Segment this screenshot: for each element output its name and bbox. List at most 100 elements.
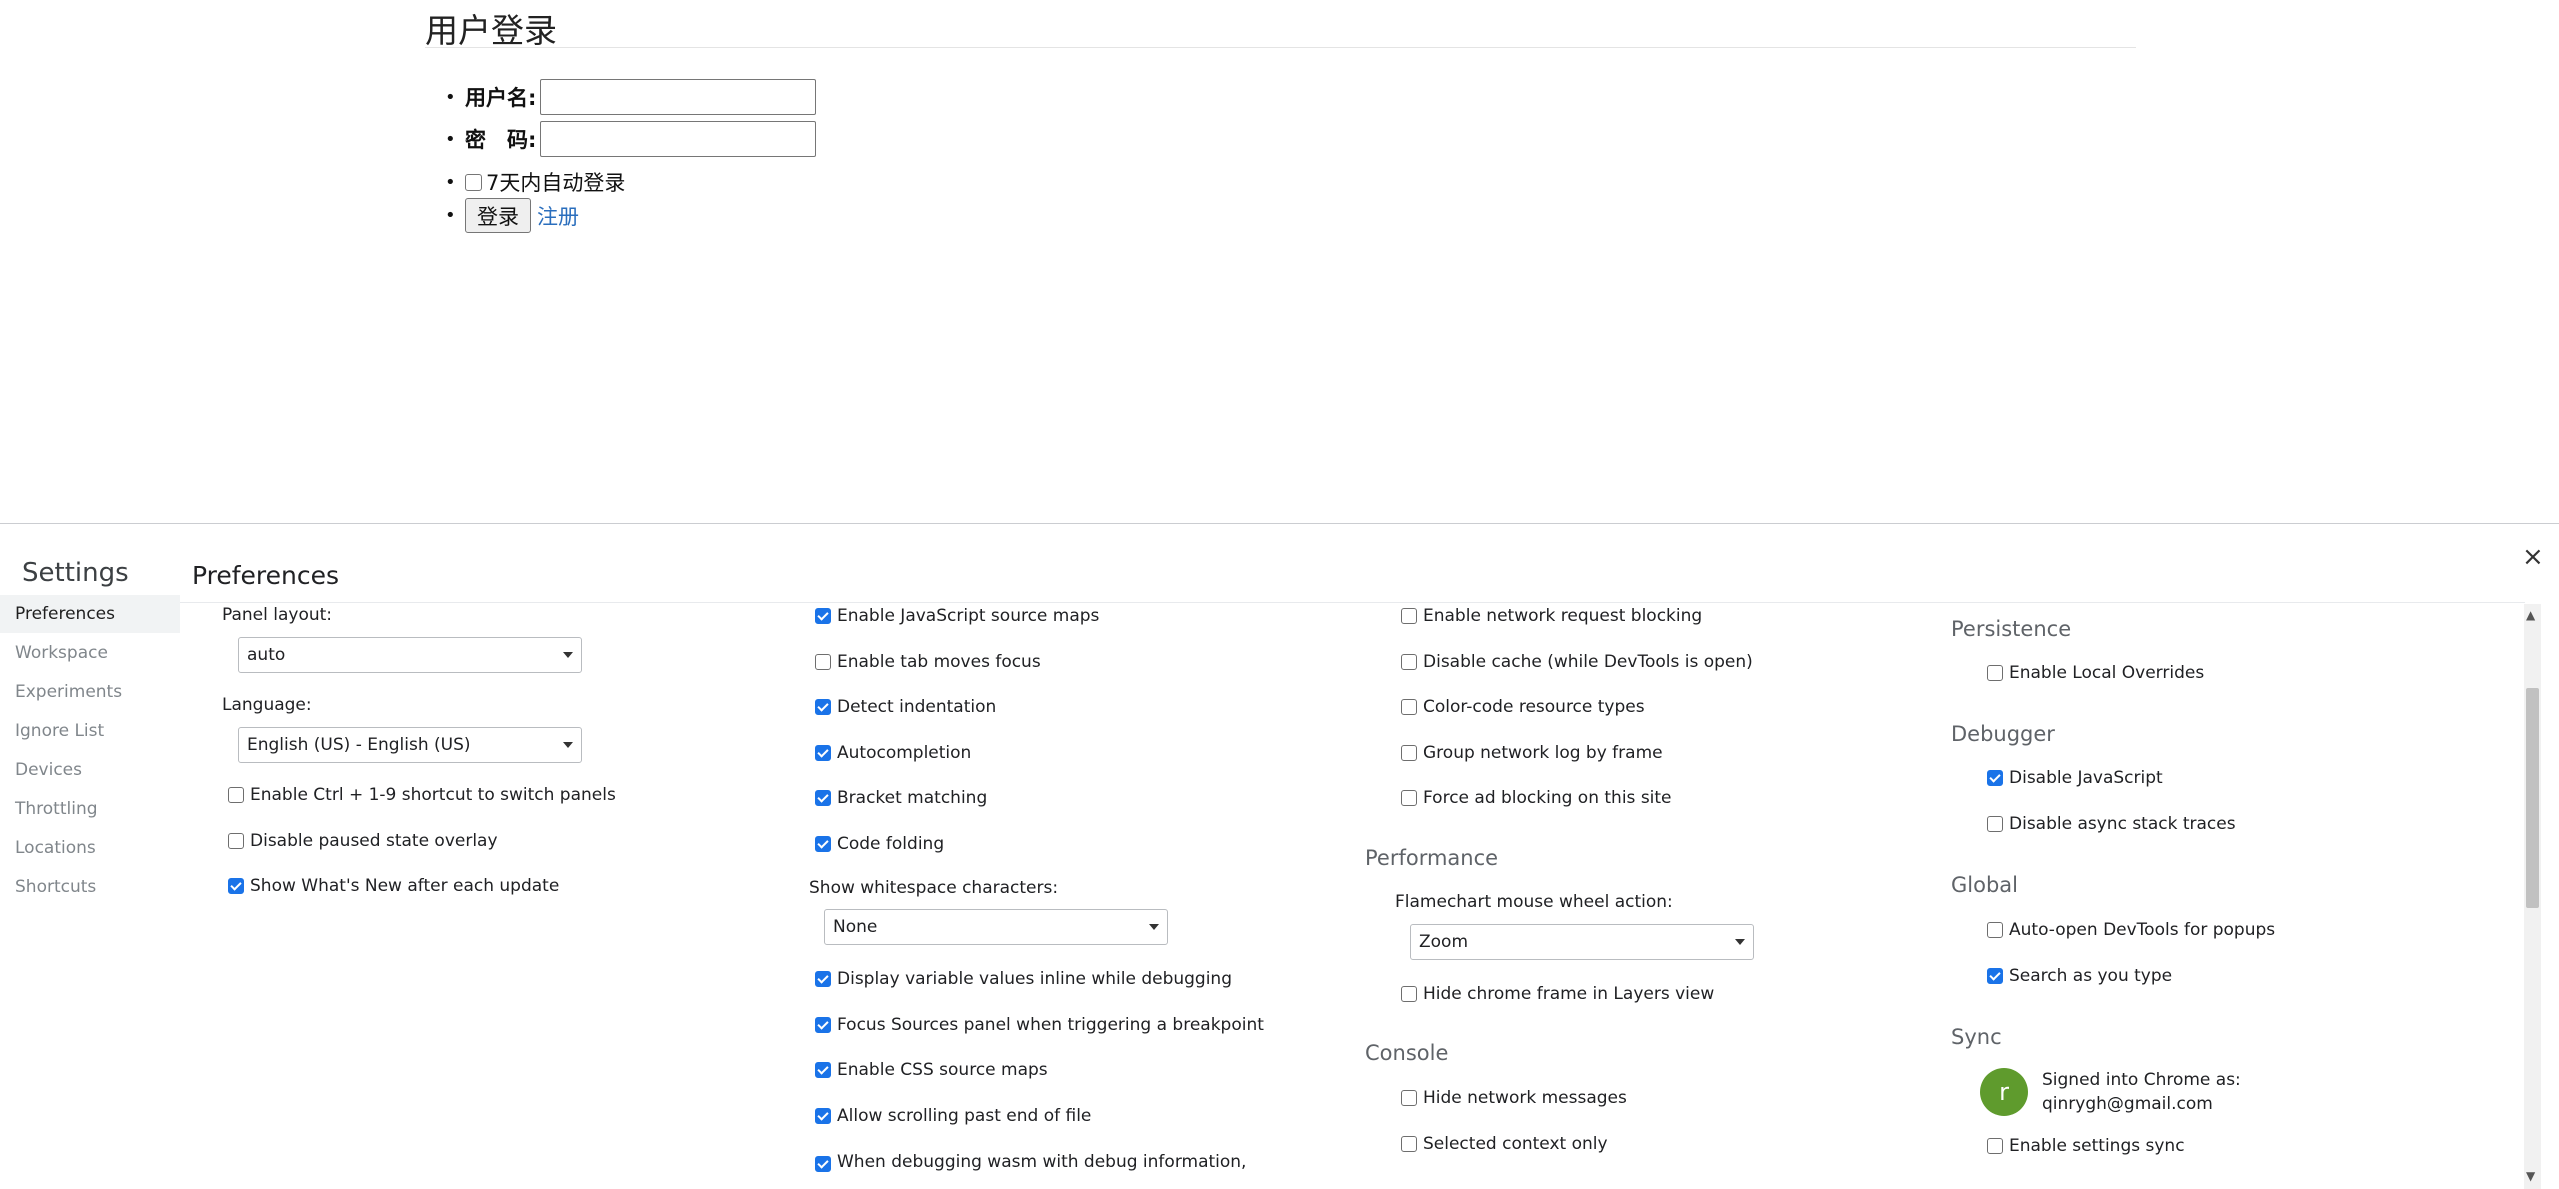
checkbox-checked[interactable] [815,745,831,761]
checkbox[interactable] [1401,986,1417,1002]
checkbox-label: Enable settings sync [2009,1136,2185,1156]
chevron-down-icon [1149,924,1159,930]
checkbox-checked[interactable] [815,836,831,852]
checkbox[interactable] [1401,745,1417,761]
sidebar-item-throttling[interactable]: Throttling [0,790,180,828]
checkbox-checked[interactable] [1987,770,2003,786]
checkbox[interactable] [1987,816,2003,832]
checkbox-checked[interactable] [815,971,831,987]
checkbox[interactable] [1401,1090,1417,1106]
scroll-down-icon[interactable]: ▼ [2526,1169,2535,1183]
checkbox[interactable] [1401,699,1417,715]
checkbox[interactable] [1987,665,2003,681]
sidebar-item-ignore-list[interactable]: Ignore List [0,712,180,750]
setting-checkbox-row[interactable]: Enable Ctrl + 1-9 shortcut to switch pan… [228,785,616,805]
checkbox-label: Detect indentation [837,697,997,717]
checkbox[interactable] [1987,1138,2003,1154]
sidebar-item-devices[interactable]: Devices [0,751,180,789]
checkbox[interactable] [1987,922,2003,938]
checkbox[interactable] [1401,790,1417,806]
setting-checkbox-row[interactable]: Disable cache (while DevTools is open) [1401,652,1753,672]
setting-checkbox-row[interactable]: Enable CSS source maps [815,1060,1048,1080]
sidebar-item-preferences[interactable]: Preferences [0,595,180,633]
setting-checkbox-row[interactable]: Selected context only [1401,1134,1608,1154]
setting-checkbox-row[interactable]: Display variable values inline while deb… [815,969,1232,989]
checkbox-label: Show What's New after each update [250,876,560,896]
setting-checkbox-row[interactable]: Enable Local Overrides [1987,663,2204,683]
whitespace-select[interactable]: None [824,909,1168,945]
settings-title: Settings [22,558,129,588]
bullet: • [445,205,456,226]
sidebar-item-locations[interactable]: Locations [0,829,180,867]
section-title-performance: Performance [1365,846,1499,870]
panel-layout-select[interactable]: auto [238,637,582,673]
checkbox-checked[interactable] [228,878,244,894]
checkbox-checked[interactable] [815,1108,831,1124]
register-link[interactable]: 注册 [537,201,579,231]
scroll-up-icon[interactable]: ▲ [2526,608,2535,622]
setting-checkbox-row[interactable]: Enable settings sync [1987,1136,2185,1156]
checkbox-label: Color-code resource types [1423,697,1645,717]
checkbox-label: Enable Ctrl + 1-9 shortcut to switch pan… [250,785,616,805]
password-row: • 密 码: [445,121,817,157]
setting-checkbox-row[interactable]: When debugging wasm with debug informati… [815,1152,1246,1172]
checkbox[interactable] [228,833,244,849]
chevron-down-icon [563,652,573,658]
section-title-debugger: Debugger [1951,722,2055,746]
setting-checkbox-row[interactable]: Bracket matching [815,788,987,808]
page-title: 用户登录 [425,11,557,50]
sidebar-item-shortcuts[interactable]: Shortcuts [0,868,180,906]
scrollbar-thumb[interactable] [2526,688,2539,908]
checkbox-checked[interactable] [815,790,831,806]
setting-checkbox-row[interactable]: Detect indentation [815,697,996,717]
sidebar-item-workspace[interactable]: Workspace [0,634,180,672]
checkbox[interactable] [228,787,244,803]
setting-checkbox-row[interactable]: Enable JavaScript source maps [815,606,1099,626]
checkbox[interactable] [1401,608,1417,624]
close-icon[interactable]: × [2522,542,2544,572]
setting-checkbox-row[interactable]: Show What's New after each update [228,876,559,896]
remember-checkbox[interactable] [465,173,482,191]
checkbox-label: Enable network request blocking [1423,606,1703,626]
setting-checkbox-row[interactable]: Code folding [815,834,944,854]
flamechart-select[interactable]: Zoom [1410,924,1754,960]
setting-checkbox-row[interactable]: Allow scrolling past end of file [815,1106,1091,1126]
setting-checkbox-row[interactable]: Enable tab moves focus [815,652,1041,672]
setting-checkbox-row[interactable]: Focus Sources panel when triggering a br… [815,1015,1264,1035]
setting-checkbox-row[interactable]: Search as you type [1987,966,2172,986]
bullet: • [445,128,456,150]
login-button[interactable]: 登录 [465,198,531,233]
language-select[interactable]: English (US) - English (US) [238,727,582,763]
setting-checkbox-row[interactable]: Hide network messages [1401,1088,1627,1108]
checkbox-label: Allow scrolling past end of file [837,1106,1092,1126]
checkbox[interactable] [1401,654,1417,670]
setting-checkbox-row[interactable]: Color-code resource types [1401,697,1645,717]
setting-checkbox-row[interactable]: Group network log by frame [1401,743,1663,763]
setting-checkbox-row[interactable]: Autocompletion [815,743,971,763]
checkbox-label: Enable JavaScript source maps [837,606,1100,626]
checkbox-label: Hide network messages [1423,1088,1627,1108]
setting-checkbox-row[interactable]: Force ad blocking on this site [1401,788,1672,808]
whitespace-value: None [833,917,878,937]
checkbox-checked[interactable] [815,1156,831,1172]
checkbox-checked[interactable] [815,1017,831,1033]
checkbox-checked[interactable] [1987,968,2003,984]
checkbox-checked[interactable] [815,699,831,715]
setting-checkbox-row[interactable]: Auto-open DevTools for popups [1987,920,2275,940]
sidebar-item-experiments[interactable]: Experiments [0,673,180,711]
checkbox-label: Code folding [837,834,945,854]
setting-checkbox-row[interactable]: Hide chrome frame in Layers view [1401,984,1714,1004]
title-divider [425,47,2136,48]
checkbox-checked[interactable] [815,1062,831,1078]
checkbox-checked[interactable] [815,608,831,624]
settings-sidebar: Settings Preferences Workspace Experimen… [0,524,180,1189]
setting-checkbox-row[interactable]: Enable network request blocking [1401,606,1702,626]
password-input[interactable] [540,121,817,157]
header-divider [180,602,2525,603]
checkbox[interactable] [1401,1136,1417,1152]
setting-checkbox-row[interactable]: Disable async stack traces [1987,814,2236,834]
username-input[interactable] [540,79,817,115]
checkbox[interactable] [815,654,831,670]
setting-checkbox-row[interactable]: Disable JavaScript [1987,768,2163,788]
setting-checkbox-row[interactable]: Disable paused state overlay [228,831,498,851]
